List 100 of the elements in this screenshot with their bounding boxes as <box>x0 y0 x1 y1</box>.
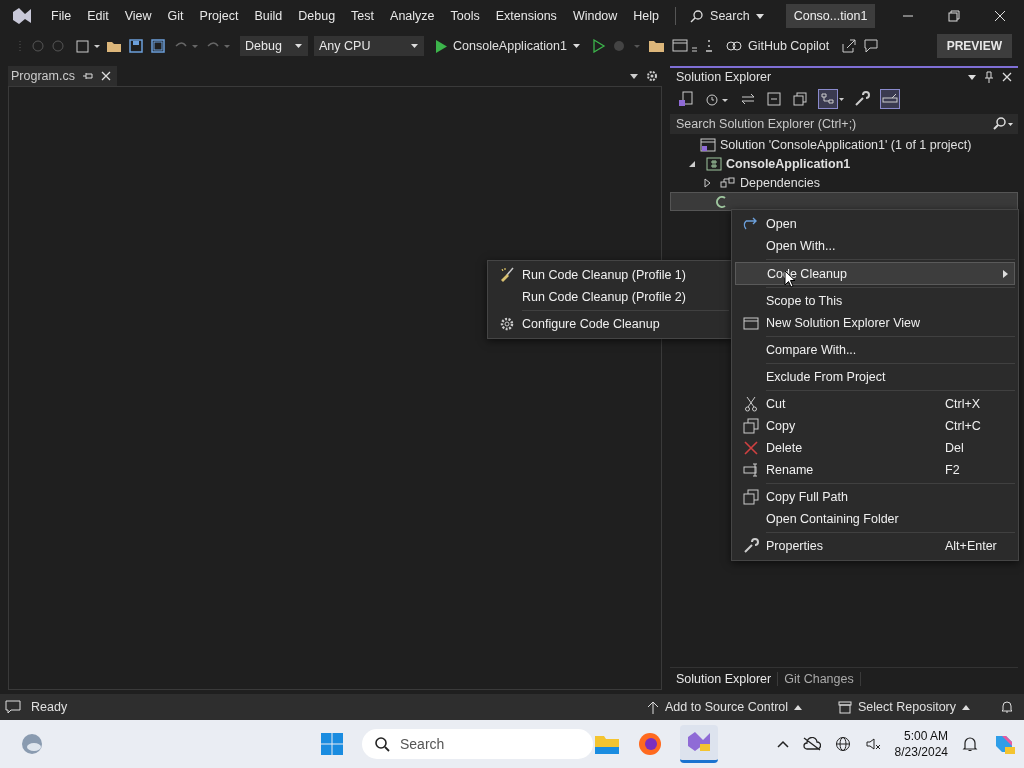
file-explorer-icon[interactable] <box>594 733 620 755</box>
preview-selected-icon[interactable] <box>880 89 900 109</box>
menu-item[interactable]: New Solution Explorer View <box>735 312 1015 334</box>
bell-icon[interactable] <box>962 736 978 752</box>
delete-icon <box>743 441 758 455</box>
open-icon <box>742 217 759 231</box>
close-icon[interactable] <box>994 10 1006 22</box>
start-icon[interactable] <box>320 732 344 756</box>
arrow-up-icon <box>647 700 660 714</box>
platform-dropdown[interactable]: Any CPU <box>314 36 424 56</box>
configuration-dropdown[interactable]: Debug <box>240 36 308 56</box>
clock-date[interactable]: 8/23/2024 <box>894 744 948 760</box>
feedback-icon[interactable] <box>863 38 880 54</box>
clock-time[interactable]: 5:00 AM <box>903 728 948 744</box>
speaker-icon[interactable] <box>864 736 881 752</box>
history-icon[interactable] <box>704 91 730 107</box>
menu-item[interactable]: File <box>43 9 80 23</box>
menu-item[interactable]: Open Containing Folder <box>735 508 1015 530</box>
copy-icon <box>742 489 759 505</box>
menu-item[interactable]: Copy Ctrl+C <box>735 415 1015 437</box>
select-repository-button[interactable]: Select Repository <box>832 698 976 716</box>
menu-item[interactable]: Copy Full Path <box>735 486 1015 508</box>
preview-button[interactable]: PREVIEW <box>936 34 1012 58</box>
copy-icon[interactable] <box>792 91 808 107</box>
menu-item[interactable]: Help <box>625 9 668 23</box>
add-to-source-control-button[interactable]: Add to Source Control <box>641 698 809 716</box>
menu-item[interactable]: Run Code Cleanup (Profile 1) <box>491 264 729 286</box>
dropdown-icon[interactable] <box>630 73 638 79</box>
close-icon[interactable] <box>100 71 111 81</box>
search-button[interactable]: Search <box>684 7 770 25</box>
menu-item[interactable]: View <box>116 9 160 23</box>
menu-item[interactable]: Window <box>564 9 626 23</box>
pin-icon[interactable] <box>82 71 93 81</box>
search-icon <box>690 9 705 23</box>
more-icon[interactable] <box>703 38 714 54</box>
copilot-button[interactable]: GitHub Copilot <box>719 37 836 55</box>
panel-tab[interactable]: Git Changes <box>778 672 861 686</box>
menu-item[interactable]: Configure Code Cleanup <box>491 313 729 335</box>
cloud-icon[interactable] <box>802 737 821 751</box>
wrench-icon <box>742 538 759 554</box>
save-icon[interactable] <box>128 38 144 54</box>
taskbar-search-field[interactable]: Search <box>362 729 593 759</box>
caret-icon <box>755 13 764 19</box>
shortcut-text: Alt+Enter <box>945 539 998 553</box>
menu-item[interactable]: Analyze <box>382 9 443 23</box>
menu-item[interactable]: Extensions <box>487 9 565 23</box>
menu-item[interactable]: Tools <box>442 9 488 23</box>
start-without-debugging-icon[interactable] <box>591 39 606 53</box>
status-text: Ready <box>31 700 68 714</box>
filter-icon[interactable] <box>818 89 844 109</box>
tree-item[interactable]: ConsoleApplication1 <box>726 156 851 171</box>
window-layout-icon[interactable] <box>671 38 698 54</box>
document-tab[interactable]: Program.cs <box>8 66 117 86</box>
collapse-all-icon[interactable] <box>766 91 782 107</box>
restore-icon[interactable] <box>948 10 960 22</box>
menu-item[interactable]: Git <box>159 9 192 23</box>
browser-icon[interactable] <box>638 732 662 756</box>
menu-item[interactable]: Compare With... <box>735 339 1015 361</box>
shortcut-text: Ctrl+C <box>945 419 982 433</box>
menu-item[interactable]: Build <box>246 9 291 23</box>
menu-item[interactable]: Exclude From Project <box>735 366 1015 388</box>
panel-title: Solution Explorer <box>676 70 772 84</box>
menu-item[interactable]: Rename F2 <box>735 459 1015 481</box>
pin-icon[interactable] <box>984 71 994 83</box>
menu-item[interactable]: Delete Del <box>735 437 1015 459</box>
switch-views-icon[interactable] <box>678 91 694 107</box>
panel-tab[interactable]: Solution Explorer <box>670 672 779 686</box>
scissors-icon <box>743 396 758 412</box>
solution-icon <box>700 137 716 152</box>
new-project-icon[interactable] <box>74 38 100 54</box>
wrench-icon[interactable] <box>854 91 870 107</box>
menu-item[interactable]: Test <box>343 9 383 23</box>
menu-item[interactable]: Open With... <box>735 235 1015 257</box>
menu-item[interactable]: Scope to This <box>735 290 1015 312</box>
tree-item[interactable]: Dependencies <box>740 175 820 190</box>
folder-icon[interactable] <box>647 38 666 54</box>
tree-item[interactable]: Solution 'ConsoleApplication1' (1 of 1 project) <box>720 137 972 152</box>
menu-item[interactable]: Cut Ctrl+X <box>735 393 1015 415</box>
menu-item[interactable]: Properties Alt+Enter <box>735 535 1015 557</box>
menu-item[interactable]: Open <box>735 213 1015 235</box>
menu-item[interactable]: Run Code Cleanup (Profile 2) <box>491 286 729 308</box>
save-all-icon[interactable] <box>150 38 166 54</box>
taskbar-app[interactable] <box>680 725 718 763</box>
start-button[interactable]: ConsoleApplication1 <box>430 37 586 55</box>
menu-item[interactable]: Debug <box>290 9 344 23</box>
window-icon <box>742 316 759 330</box>
menu-item[interactable]: Edit <box>79 9 117 23</box>
globe-icon[interactable] <box>834 736 851 752</box>
search-icon[interactable] <box>992 117 1014 131</box>
menu-item[interactable]: Project <box>191 9 247 23</box>
chevron-up-icon[interactable] <box>776 740 789 748</box>
csharp-project-icon <box>706 156 722 171</box>
close-icon[interactable] <box>1002 72 1012 82</box>
search-field[interactable]: Search Solution Explorer (Ctrl+;) <box>670 114 1018 134</box>
dropdown-icon[interactable] <box>968 74 976 80</box>
sync-icon[interactable] <box>740 91 756 107</box>
output-icon[interactable] <box>5 700 21 714</box>
notification-icon[interactable] <box>1000 700 1014 714</box>
share-icon[interactable] <box>841 38 858 54</box>
settings-icon[interactable] <box>646 70 658 82</box>
